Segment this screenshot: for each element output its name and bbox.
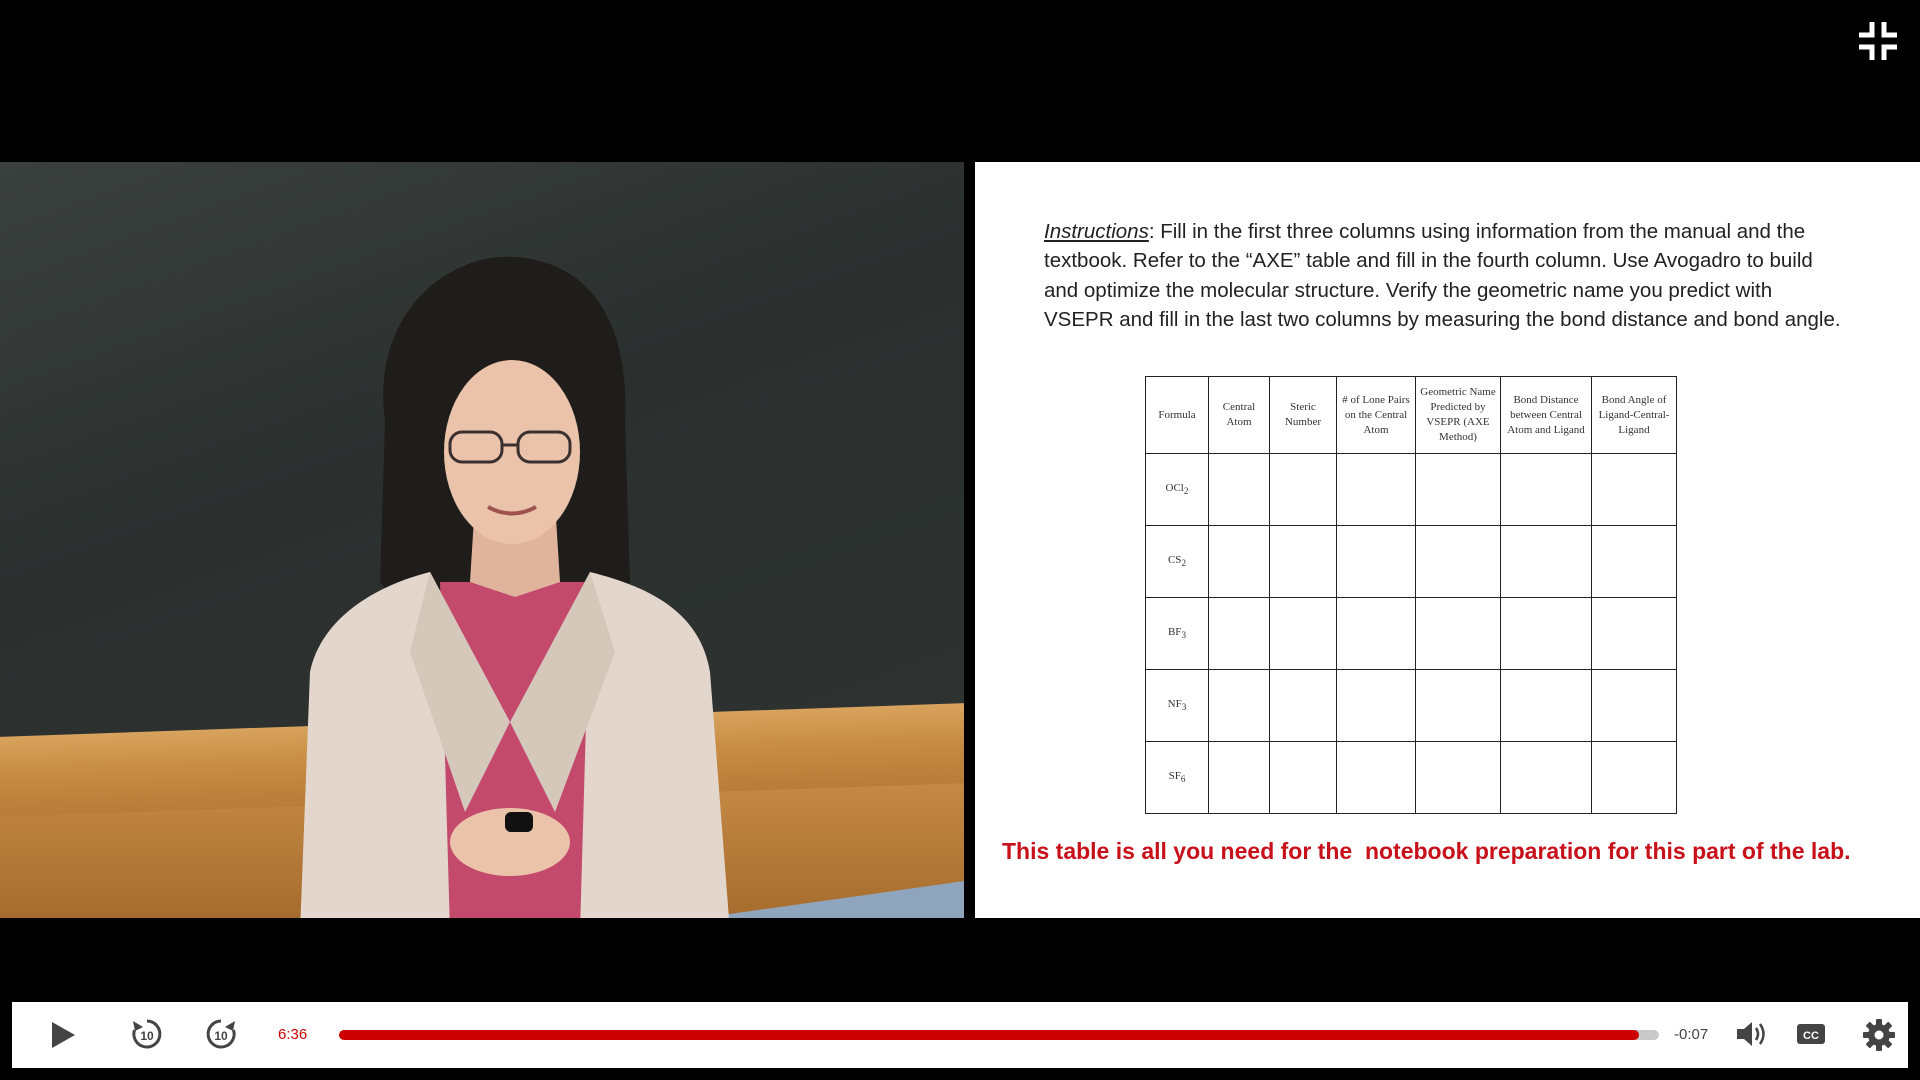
formula-base: SF — [1168, 770, 1181, 783]
skip-back-label: 10 — [140, 1029, 154, 1043]
blank-cell — [1336, 597, 1416, 670]
settings-button[interactable] — [1862, 1018, 1896, 1052]
blank-cell — [1415, 453, 1501, 526]
captions-button[interactable]: CC — [1796, 1021, 1826, 1047]
formula-subscript: 3 — [1181, 630, 1187, 641]
notebook-note: This table is all you need for the noteb… — [1002, 838, 1851, 864]
table-header-row: Formula Central Atom Steric Number # of … — [1145, 376, 1677, 454]
captions-label: CC — [1803, 1030, 1819, 1042]
molecule-table: Formula Central Atom Steric Number # of … — [1145, 376, 1677, 814]
table-row: BF3 — [1145, 597, 1677, 670]
blank-cell — [1336, 741, 1416, 814]
col-steric-number: Steric Number — [1269, 376, 1337, 454]
progress-fill — [339, 1030, 1640, 1040]
formula-base: CS — [1167, 554, 1182, 567]
blank-cell — [1269, 453, 1337, 526]
blank-cell — [1500, 597, 1592, 670]
captions-icon: CC — [1797, 1024, 1825, 1044]
instructions-paragraph: Instructions: Fill in the first three co… — [1044, 217, 1844, 334]
skip-forward-button[interactable]: 10 — [202, 1015, 240, 1053]
col-geometric-name: Geometric Name Predicted by VSEPR (AXE M… — [1415, 376, 1501, 454]
blank-cell — [1269, 597, 1337, 670]
presenter-figure — [300, 256, 729, 918]
blank-cell — [1208, 597, 1270, 670]
blank-cell — [1269, 525, 1337, 598]
gear-icon — [1863, 1019, 1895, 1051]
remaining-time: -0:07 — [1674, 1026, 1709, 1043]
table-row: CS2 — [1145, 525, 1677, 598]
blank-cell — [1208, 741, 1270, 814]
blank-cell — [1208, 669, 1270, 742]
forward-10-icon: 10 — [206, 1019, 236, 1049]
blank-cell — [1500, 741, 1592, 814]
col-central-atom: Central Atom — [1208, 376, 1270, 454]
col-formula: Formula — [1145, 376, 1209, 454]
blank-cell — [1591, 597, 1677, 670]
blank-cell — [1269, 741, 1337, 814]
blank-cell — [1415, 741, 1501, 814]
instructions-text: : Fill in the first three columns using … — [1044, 220, 1841, 331]
col-lone-pairs: # of Lone Pairs on the Central Atom — [1336, 376, 1416, 454]
formula-subscript: 3 — [1181, 702, 1187, 713]
blank-cell — [1208, 525, 1270, 598]
skip-back-button[interactable]: 10 — [128, 1015, 166, 1053]
col-bond-angle: Bond Angle of Ligand-Central-Ligand — [1591, 376, 1677, 454]
formula-cell: NF3 — [1145, 669, 1209, 742]
volume-button[interactable] — [1734, 1016, 1770, 1052]
formula-base: NF — [1167, 698, 1182, 711]
formula-subscript: 2 — [1181, 558, 1187, 569]
play-icon — [52, 1022, 75, 1048]
blank-cell — [1415, 525, 1501, 598]
formula-cell: CS2 — [1145, 525, 1209, 598]
blank-cell — [1500, 669, 1592, 742]
col-bond-distance: Bond Distance between Central Atom and L… — [1500, 376, 1592, 454]
player-control-bar: 10 10 6:36 -0:07 CC — [12, 1002, 1908, 1068]
formula-cell: OCl2 — [1145, 453, 1209, 526]
blank-cell — [1500, 453, 1592, 526]
formula-cell: SF6 — [1145, 741, 1209, 814]
play-button[interactable] — [45, 1018, 79, 1052]
blank-cell — [1336, 669, 1416, 742]
blank-cell — [1591, 525, 1677, 598]
lecture-slide: Instructions: Fill in the first three co… — [975, 162, 1920, 918]
table-row: NF3 — [1145, 669, 1677, 742]
blank-cell — [1591, 669, 1677, 742]
current-time: 6:36 — [278, 1026, 308, 1043]
formula-subscript: 2 — [1183, 486, 1189, 497]
volume-icon — [1737, 1022, 1765, 1046]
progress-bar[interactable] — [339, 1030, 1659, 1040]
instructions-label: Instructions — [1044, 220, 1149, 243]
blank-cell — [1415, 597, 1501, 670]
blank-cell — [1336, 453, 1416, 526]
presenter-video — [0, 162, 964, 918]
exit-fullscreen-icon — [1859, 22, 1897, 60]
blank-cell — [1208, 453, 1270, 526]
table-row: OCl2 — [1145, 453, 1677, 526]
blank-cell — [1591, 453, 1677, 526]
formula-cell: BF3 — [1145, 597, 1209, 670]
formula-subscript: 6 — [1180, 774, 1186, 785]
formula-base: BF — [1167, 626, 1182, 639]
skip-forward-label: 10 — [214, 1029, 228, 1043]
table-row: SF6 — [1145, 741, 1677, 814]
blank-cell — [1269, 669, 1337, 742]
blank-cell — [1415, 669, 1501, 742]
exit-fullscreen-button[interactable] — [1857, 20, 1899, 62]
formula-base: OCl — [1165, 482, 1184, 495]
blank-cell — [1500, 525, 1592, 598]
rewind-10-icon: 10 — [132, 1019, 162, 1049]
blank-cell — [1591, 741, 1677, 814]
blank-cell — [1336, 525, 1416, 598]
